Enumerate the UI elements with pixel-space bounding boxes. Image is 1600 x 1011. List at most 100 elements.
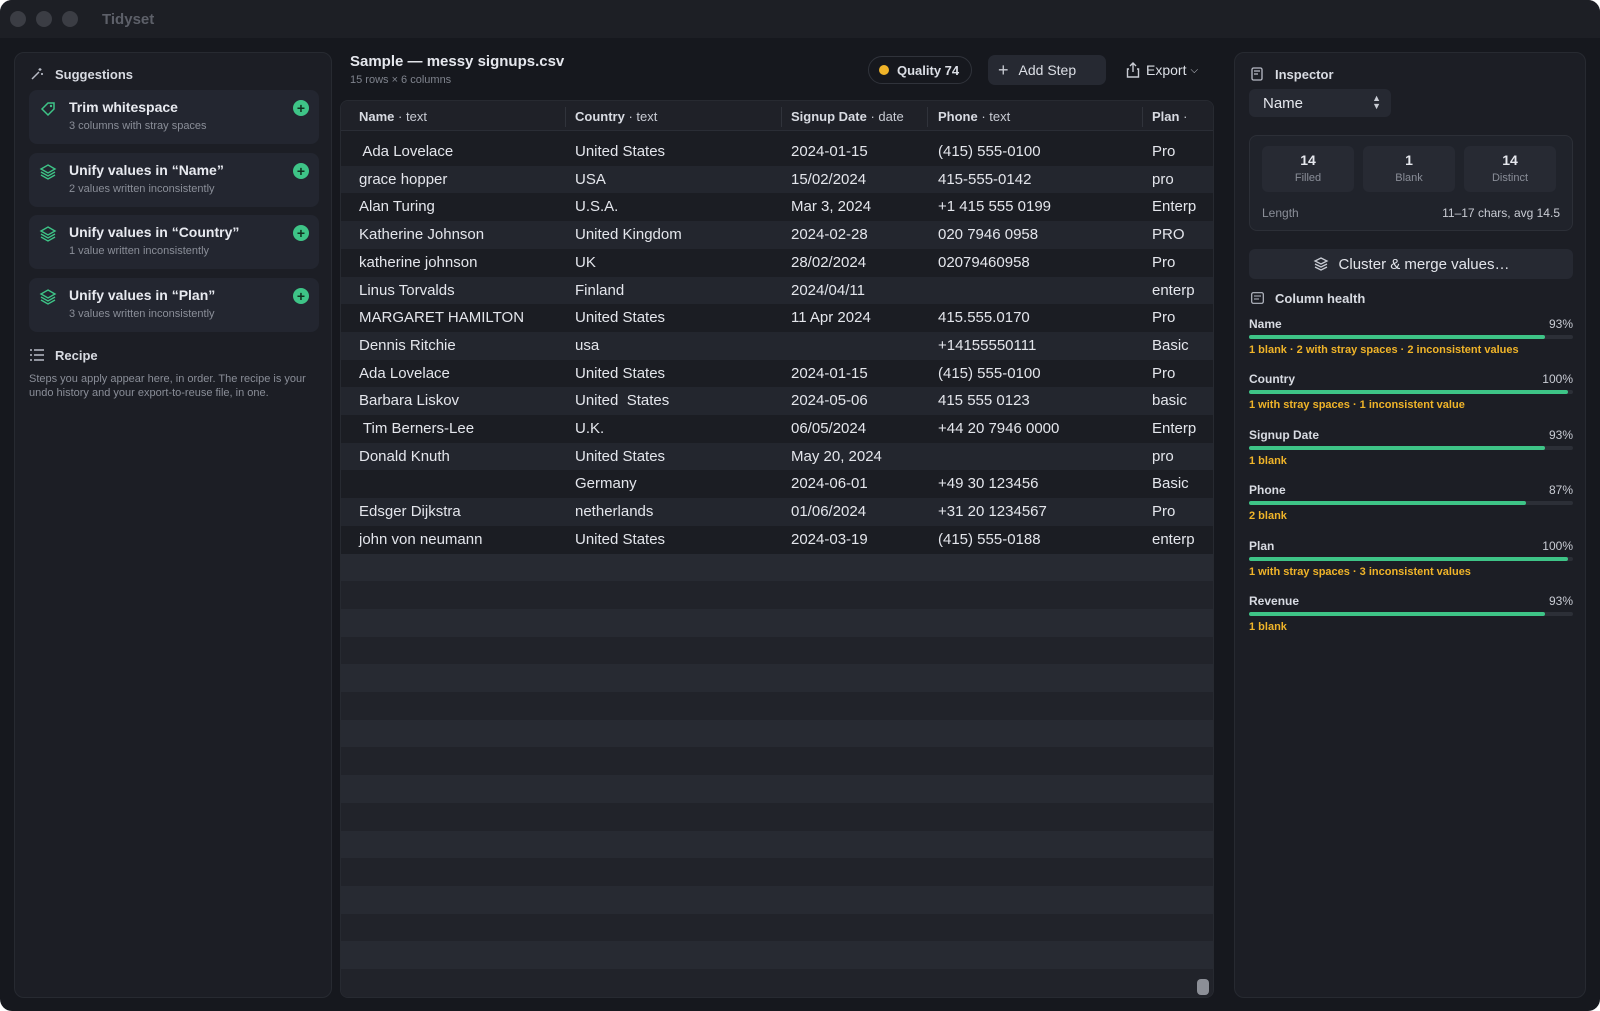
table-cell[interactable]: UK [575, 254, 596, 271]
table-cell[interactable]: +14155550111 [938, 337, 1036, 354]
column-header-phone[interactable]: Phone · text [938, 109, 1010, 124]
table-cell[interactable]: Dennis Ritchie [359, 337, 456, 354]
table-cell[interactable]: 415.555.0170 [938, 309, 1030, 326]
suggestion-card[interactable]: Trim whitespace 3 columns with stray spac… [29, 90, 319, 144]
table-cell[interactable]: enterp [1152, 282, 1195, 299]
close-window-button[interactable] [10, 11, 26, 27]
data-grid[interactable]: Name · text Country · text Signup Date · d… [340, 100, 1214, 998]
table-cell[interactable]: 020 7946 0958 [938, 226, 1038, 243]
table-cell[interactable]: 15/02/2024 [791, 171, 866, 188]
table-cell[interactable]: (415) 555-0100 [938, 143, 1041, 160]
table-row[interactable]: Barbara Liskov United States 2024-05-06 415… [341, 387, 1213, 416]
table-row[interactable]: Germany 2024-06-01 +49 30 123456 Basic [341, 470, 1213, 499]
table-cell[interactable]: United States [575, 143, 665, 160]
add-suggestion-icon[interactable]: + [293, 163, 309, 179]
quality-badge[interactable]: Quality 74 [868, 56, 972, 84]
table-cell[interactable]: +49 30 123456 [938, 475, 1039, 492]
table-cell[interactable]: netherlands [575, 503, 653, 520]
health-item-plan[interactable]: Plan 100% 1 with stray spaces · 3 inconsis… [1249, 539, 1573, 589]
table-cell[interactable]: 2024-02-28 [791, 226, 868, 243]
table-row[interactable]: Tim Berners-Lee U.K. 06/05/2024 +44 20 7946… [341, 415, 1213, 443]
zoom-window-button[interactable] [62, 11, 78, 27]
table-cell[interactable]: United States [575, 365, 665, 382]
table-cell[interactable]: (415) 555-0188 [938, 531, 1041, 548]
table-row[interactable]: Ada Lovelace United States 2024-01-15 (415)… [341, 138, 1213, 166]
table-cell[interactable]: 415-555-0142 [938, 171, 1031, 188]
column-divider[interactable] [565, 107, 566, 127]
table-row[interactable]: katherine johnson UK 28/02/2024 02079460958… [341, 248, 1213, 277]
table-cell[interactable]: Edsger Dijkstra [359, 503, 461, 520]
table-cell[interactable]: MARGARET HAMILTON [359, 309, 524, 326]
suggestion-card[interactable]: Unify values in “Name” 2 values written i… [29, 153, 319, 207]
table-row[interactable]: Katherine Johnson United Kingdom 2024-02-2… [341, 221, 1213, 250]
column-divider[interactable] [927, 107, 928, 127]
health-item-revenue[interactable]: Revenue 93% 1 blank [1249, 594, 1573, 644]
add-suggestion-icon[interactable]: + [293, 100, 309, 116]
table-cell[interactable]: +44 20 7946 0000 [938, 420, 1059, 437]
table-cell[interactable]: 2024/04/11 [791, 282, 865, 299]
table-cell[interactable]: Barbara Liskov [359, 392, 459, 409]
table-cell[interactable]: grace hopper [359, 171, 447, 188]
table-row[interactable]: john von neumann United States 2024-03-19 (… [341, 525, 1213, 554]
health-item-signup-date[interactable]: Signup Date 93% 1 blank [1249, 428, 1573, 478]
table-cell[interactable]: Enterp [1152, 420, 1196, 437]
table-cell[interactable]: Pro [1152, 254, 1175, 271]
table-row[interactable]: Edsger Dijkstra netherlands 01/06/2024 +31 … [341, 498, 1213, 527]
table-cell[interactable]: enterp [1152, 531, 1195, 548]
table-cell[interactable]: john von neumann [359, 531, 482, 548]
table-cell[interactable]: 06/05/2024 [791, 420, 866, 437]
export-button[interactable]: Export ⌵ [1116, 55, 1212, 85]
table-cell[interactable]: 2024-01-15 [791, 365, 868, 382]
table-row[interactable]: Donald Knuth United States May 20, 2024 pro [341, 442, 1213, 471]
table-cell[interactable]: 2024-01-15 [791, 143, 868, 160]
table-cell[interactable]: 2024-06-01 [791, 475, 868, 492]
column-header-plan[interactable]: Plan · [1152, 109, 1187, 124]
table-cell[interactable]: U.K. [575, 420, 604, 437]
table-cell[interactable]: Ada Lovelace [359, 143, 453, 160]
table-row[interactable]: grace hopper USA 15/02/2024 415-555-0142 pro [341, 165, 1213, 194]
table-cell[interactable]: katherine johnson [359, 254, 477, 271]
table-cell[interactable]: 2024-03-19 [791, 531, 868, 548]
column-header-name[interactable]: Name · text [359, 109, 427, 124]
table-cell[interactable]: Finland [575, 282, 624, 299]
cluster-merge-button[interactable]: Cluster & merge values… [1249, 249, 1573, 279]
table-cell[interactable]: 11 Apr 2024 [791, 309, 871, 326]
column-divider[interactable] [1142, 107, 1143, 127]
minimize-window-button[interactable] [36, 11, 52, 27]
table-cell[interactable]: Katherine Johnson [359, 226, 484, 243]
suggestion-card[interactable]: Unify values in “Plan” 3 values written i… [29, 278, 319, 332]
table-cell[interactable]: +31 20 1234567 [938, 503, 1047, 520]
table-cell[interactable]: Basic [1152, 475, 1189, 492]
table-cell[interactable]: (415) 555-0100 [938, 365, 1041, 382]
column-header-signup-date[interactable]: Signup Date · date [791, 109, 904, 124]
table-cell[interactable]: Pro [1152, 503, 1175, 520]
table-cell[interactable]: 2024-05-06 [791, 392, 868, 409]
table-row[interactable]: Ada Lovelace United States 2024-01-15 (415)… [341, 359, 1213, 388]
table-cell[interactable]: Linus Torvalds [359, 282, 455, 299]
table-cell[interactable]: 28/02/2024 [791, 254, 866, 271]
table-cell[interactable]: pro [1152, 448, 1174, 465]
table-row[interactable]: Alan Turing U.S.A. Mar 3, 2024 +1 415 555 0… [341, 193, 1213, 222]
add-step-button[interactable]: + Add Step [988, 55, 1106, 85]
table-cell[interactable]: pro [1152, 171, 1174, 188]
table-cell[interactable]: basic [1152, 392, 1187, 409]
table-cell[interactable]: +1 415 555 0199 [938, 198, 1051, 215]
table-cell[interactable]: Mar 3, 2024 [791, 198, 871, 215]
table-cell[interactable]: United States [575, 309, 665, 326]
table-cell[interactable]: Pro [1152, 143, 1175, 160]
table-cell[interactable]: USA [575, 171, 606, 188]
table-cell[interactable]: Pro [1152, 365, 1175, 382]
table-cell[interactable]: Enterp [1152, 198, 1196, 215]
table-cell[interactable]: United Kingdom [575, 226, 682, 243]
table-cell[interactable]: 415 555 0123 [938, 392, 1030, 409]
table-cell[interactable]: Basic [1152, 337, 1189, 354]
health-item-phone[interactable]: Phone 87% 2 blank [1249, 483, 1573, 533]
table-cell[interactable]: 02079460958 [938, 254, 1030, 271]
table-cell[interactable]: 01/06/2024 [791, 503, 866, 520]
table-cell[interactable]: United States [575, 392, 669, 409]
add-suggestion-icon[interactable]: + [293, 225, 309, 241]
health-item-name[interactable]: Name 93% 1 blank · 2 with stray spaces · 2… [1249, 317, 1573, 367]
table-cell[interactable]: Ada Lovelace [359, 365, 450, 382]
table-row[interactable]: Linus Torvalds Finland 2024/04/11 enterp [341, 276, 1213, 305]
table-row[interactable]: Dennis Ritchie usa +14155550111 Basic [341, 331, 1213, 360]
